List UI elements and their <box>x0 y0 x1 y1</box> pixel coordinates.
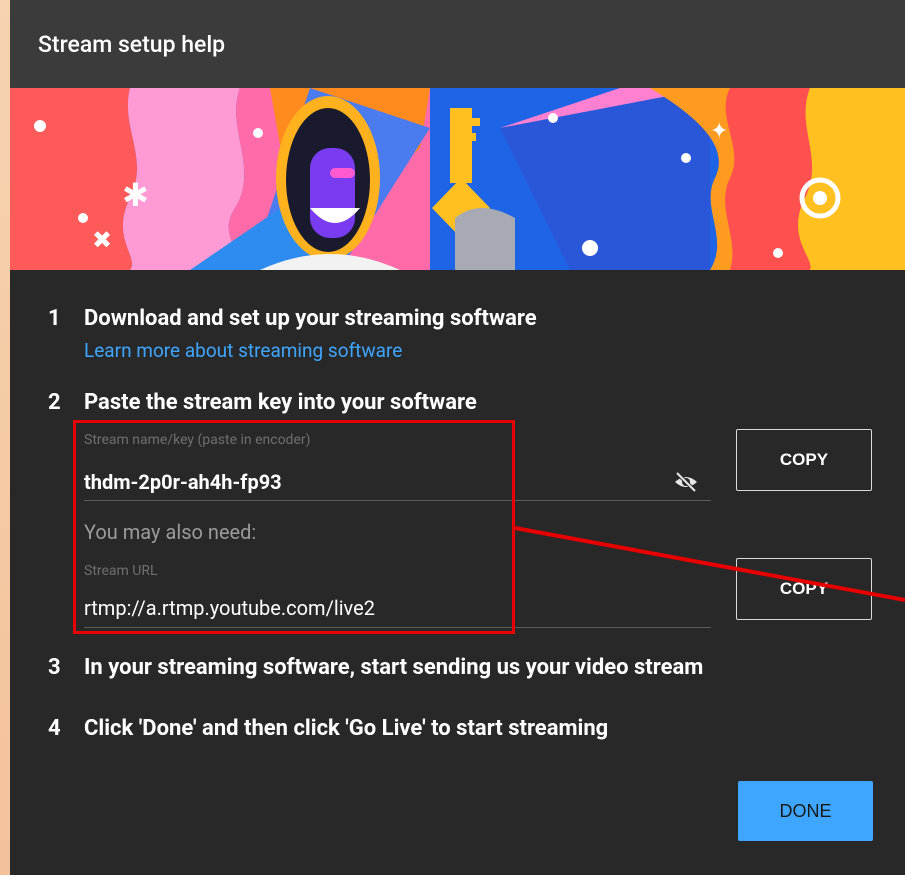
dialog-title: Stream setup help <box>10 0 905 88</box>
step-number: 3 <box>48 655 61 680</box>
done-button[interactable]: DONE <box>738 781 873 841</box>
step-number: 1 <box>48 306 61 331</box>
stream-key-field[interactable]: thdm-2p0r-ah4h-fp93 <box>84 470 282 494</box>
step-number: 4 <box>48 716 61 741</box>
svg-text:✦: ✦ <box>710 119 728 144</box>
svg-text:✖: ✖ <box>92 226 112 254</box>
background-page <box>0 0 10 875</box>
copy-stream-key-button[interactable]: COPY <box>736 429 872 491</box>
stream-url-label: Stream URL <box>84 563 158 579</box>
step-1: 1 Download and set up your streaming sof… <box>48 306 537 331</box>
step-2: 2 Paste the stream key into your softwar… <box>48 390 477 415</box>
svg-text:✱: ✱ <box>122 176 149 214</box>
also-need-text: You may also need: <box>84 520 257 544</box>
step-text: Paste the stream key into your software <box>84 390 477 415</box>
step-text: In your streaming software, start sendin… <box>84 655 704 680</box>
step-text: Download and set up your streaming softw… <box>84 306 537 331</box>
hide-key-eye-off-icon[interactable] <box>673 470 699 494</box>
step-text: Click 'Done' and then click 'Go Live' to… <box>84 716 609 741</box>
stream-url-field[interactable]: rtmp://a.rtmp.youtube.com/live2 <box>84 596 375 620</box>
stream-setup-dialog: Stream setup help ✱ ✖ ✦ 1 Download and s… <box>10 0 905 875</box>
stream-key-underline <box>84 500 711 501</box>
step-4: 4 Click 'Done' and then click 'Go Live' … <box>48 716 608 741</box>
step-number: 2 <box>48 390 61 415</box>
banner-illustration: ✱ ✖ ✦ <box>10 88 905 270</box>
stream-url-underline <box>84 627 711 628</box>
learn-more-link[interactable]: Learn more about streaming software <box>84 339 402 362</box>
step-3: 3 In your streaming software, start send… <box>48 655 703 680</box>
stream-key-label: Stream name/key (paste in encoder) <box>84 432 311 448</box>
copy-stream-url-button[interactable]: COPY <box>736 558 872 620</box>
